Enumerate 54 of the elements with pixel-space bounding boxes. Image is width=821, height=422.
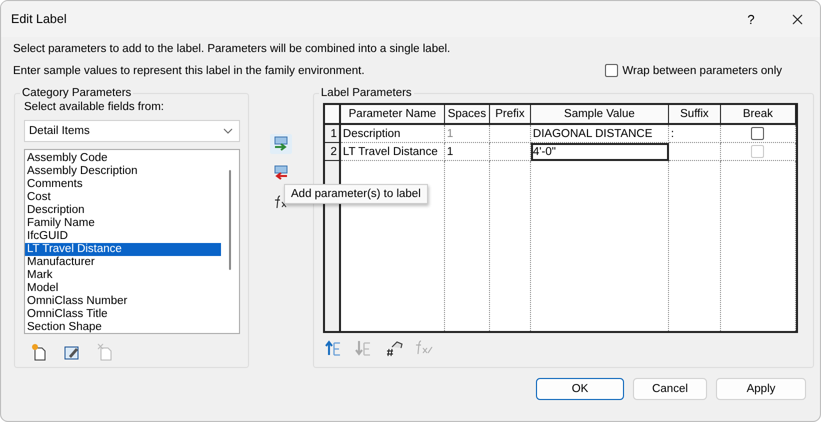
table-cell: 1 (444, 143, 490, 161)
column-header: Parameter Name (340, 105, 445, 125)
column-header: Suffix (668, 105, 721, 125)
table-cell: Description (340, 125, 445, 143)
column-header: Prefix (490, 105, 531, 125)
column-header: Sample Value (530, 105, 669, 125)
move-up-icon[interactable] (324, 339, 343, 357)
list-item[interactable]: Assembly Code (25, 152, 221, 165)
close-icon (792, 14, 802, 24)
row-number: 2 (324, 143, 341, 161)
dialog-button[interactable]: OK (536, 378, 624, 400)
list-item[interactable]: Mark (25, 268, 221, 282)
instruction-text: Select parameters to add to the label. Parameters will be combined into a single label. (13, 43, 452, 55)
scrollbar[interactable] (229, 170, 232, 270)
list-item[interactable]: Comments (25, 178, 221, 191)
list-item[interactable]: Family Name (25, 216, 221, 230)
category-dropdown[interactable]: Detail Items (24, 120, 240, 142)
empty-cell (490, 125, 531, 143)
wrap-checkbox[interactable]: Wrap between parameters only (605, 64, 782, 77)
list-item[interactable]: Description (25, 204, 221, 217)
list-item[interactable]: LT Travel Distance (25, 242, 221, 256)
table-cell: : (668, 125, 721, 143)
list-item[interactable]: Cost (25, 190, 221, 204)
table-cell: DIAGONAL DISTANCE (530, 125, 669, 143)
instruction-text: Enter sample values to represent this label in the family environment. (13, 64, 365, 76)
list-item[interactable]: OmniClass Title (25, 308, 221, 321)
list-item[interactable]: Model (25, 282, 221, 295)
break-checkbox[interactable] (751, 127, 764, 140)
window-title: Edit Label (11, 12, 68, 26)
help-button[interactable]: ? (728, 1, 774, 37)
list-item[interactable]: Assembly Description (25, 164, 221, 178)
dialog-button[interactable]: Cancel (633, 378, 707, 400)
group-title: Category Parameters (21, 87, 132, 99)
sample-value-field[interactable]: 4'-0" (530, 143, 669, 161)
dialog-button[interactable]: Apply (716, 378, 806, 400)
remove-arrow-icon (273, 165, 290, 181)
column-header: Spaces (444, 105, 490, 125)
add-parameter-button[interactable] (270, 134, 292, 154)
field-prompt: Select available fields from: (24, 101, 165, 113)
list-item[interactable]: Manufacturer (25, 256, 221, 269)
table-cell: 1 (444, 125, 490, 143)
chevron-icon (223, 128, 234, 134)
list-item[interactable]: OmniClass Number (25, 294, 221, 308)
table-cell: LT Travel Distance (340, 143, 445, 161)
add-arrow-icon (273, 136, 290, 152)
formula-icon (274, 195, 288, 209)
tooltip: Add parameter(s) to label (284, 184, 428, 204)
new-parameter-icon[interactable] (30, 343, 48, 361)
column-header: Break (720, 105, 796, 125)
list-item[interactable]: Section Shape (25, 320, 221, 333)
row-number: 1 (324, 125, 341, 143)
number-format-icon[interactable] (384, 339, 403, 357)
list-item[interactable]: IfcGUID (25, 230, 221, 243)
group-title: Label Parameters (320, 87, 413, 99)
